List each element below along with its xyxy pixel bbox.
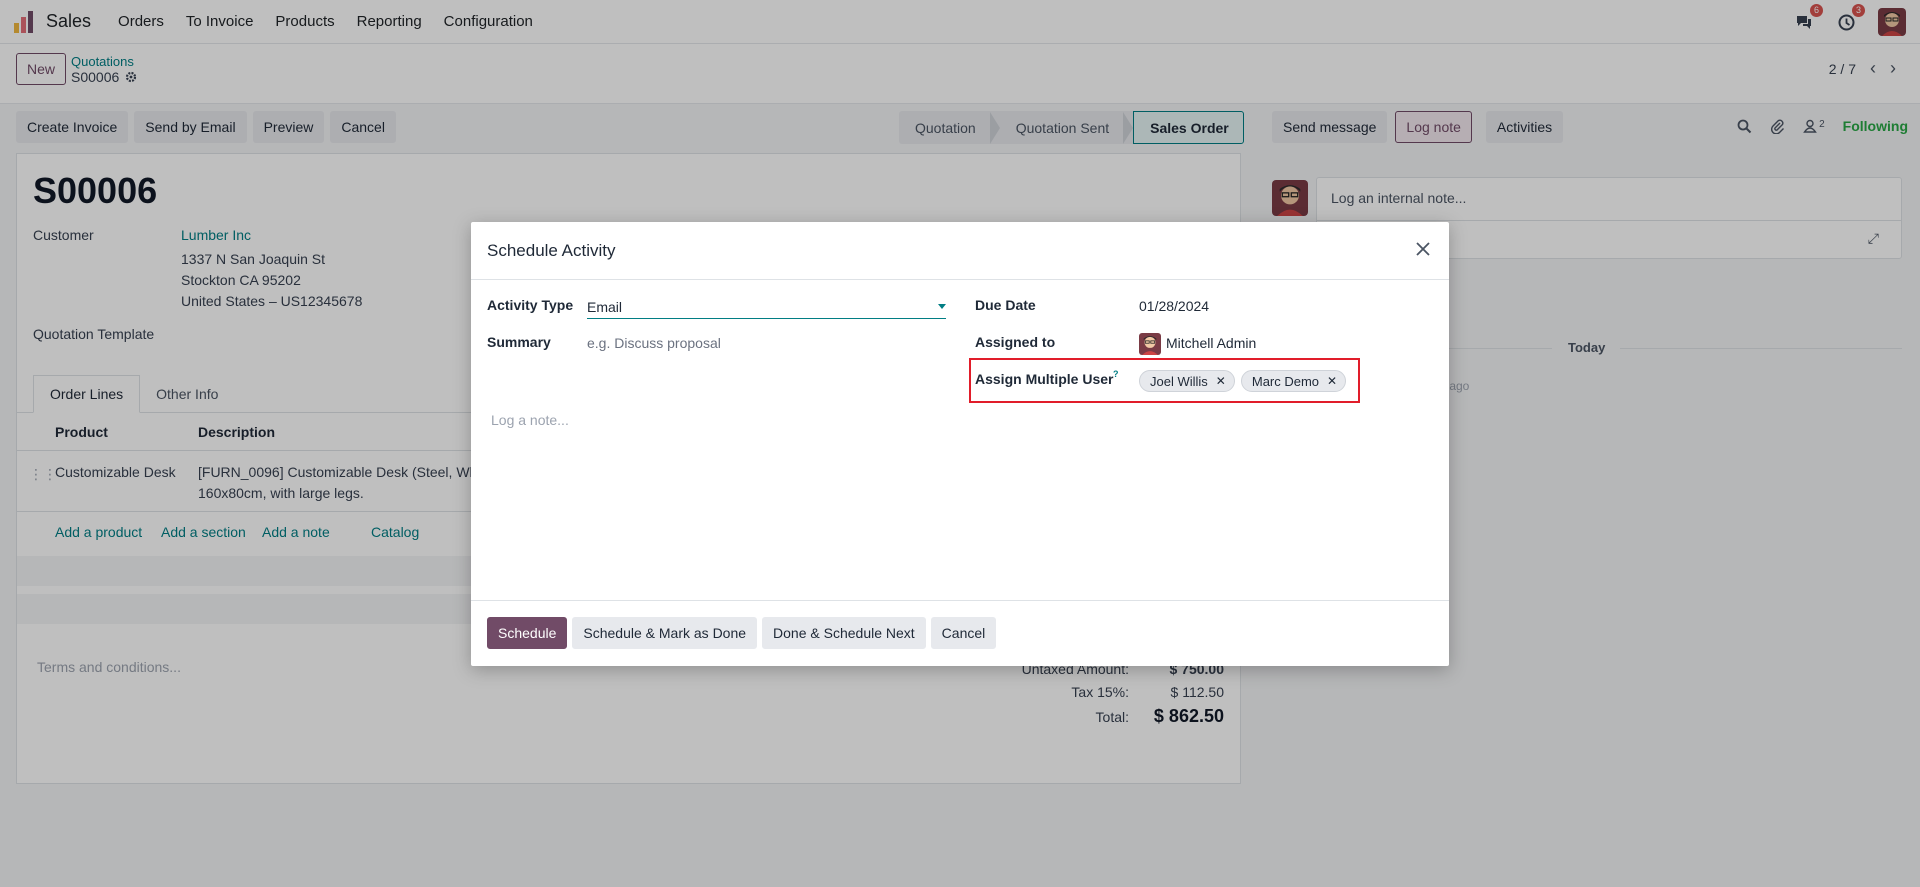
close-icon[interactable] bbox=[1411, 237, 1435, 261]
assign-multiple-tags[interactable]: Joel Willis ✕ Marc Demo ✕ bbox=[1139, 370, 1347, 392]
footer-buttons: Schedule Schedule & Mark as Done Done & … bbox=[487, 617, 997, 649]
schedule-mark-done-button[interactable]: Schedule & Mark as Done bbox=[572, 617, 758, 649]
schedule-activity-dialog: Schedule Activity Activity Type Email Su… bbox=[471, 222, 1449, 666]
activity-type-select[interactable]: Email bbox=[587, 297, 946, 319]
tag-label: Marc Demo bbox=[1251, 373, 1320, 389]
due-date-input[interactable]: 01/28/2024 bbox=[1139, 298, 1209, 314]
activity-type-value: Email bbox=[587, 299, 623, 315]
dialog-footer: Schedule Schedule & Mark as Done Done & … bbox=[471, 600, 1449, 666]
assigned-to-input[interactable]: Mitchell Admin bbox=[1166, 335, 1256, 351]
remove-tag-icon[interactable]: ✕ bbox=[1327, 374, 1337, 388]
tag-marc-demo: Marc Demo ✕ bbox=[1240, 370, 1347, 392]
summary-input[interactable]: e.g. Discuss proposal bbox=[587, 335, 721, 351]
remove-tag-icon[interactable]: ✕ bbox=[1216, 374, 1226, 388]
summary-label: Summary bbox=[487, 334, 551, 350]
caret-down-icon bbox=[938, 304, 946, 309]
cancel-button[interactable]: Cancel bbox=[930, 617, 997, 649]
help-tooltip-icon[interactable]: ? bbox=[1113, 369, 1119, 379]
dialog-title: Schedule Activity bbox=[487, 241, 616, 260]
activity-type-label: Activity Type bbox=[487, 297, 574, 313]
assigned-to-label: Assigned to bbox=[975, 334, 1056, 350]
note-editor[interactable]: Log a note... bbox=[491, 412, 569, 428]
assign-multiple-label: Assign Multiple User bbox=[975, 371, 1114, 387]
assignee-avatar bbox=[1139, 333, 1161, 355]
tag-label: Joel Willis bbox=[1150, 373, 1208, 389]
due-date-label: Due Date bbox=[975, 297, 1036, 313]
done-schedule-next-button[interactable]: Done & Schedule Next bbox=[762, 617, 926, 649]
schedule-button[interactable]: Schedule bbox=[487, 617, 568, 649]
tag-joel-willis: Joel Willis ✕ bbox=[1139, 370, 1235, 392]
dialog-header: Schedule Activity bbox=[471, 222, 1449, 280]
